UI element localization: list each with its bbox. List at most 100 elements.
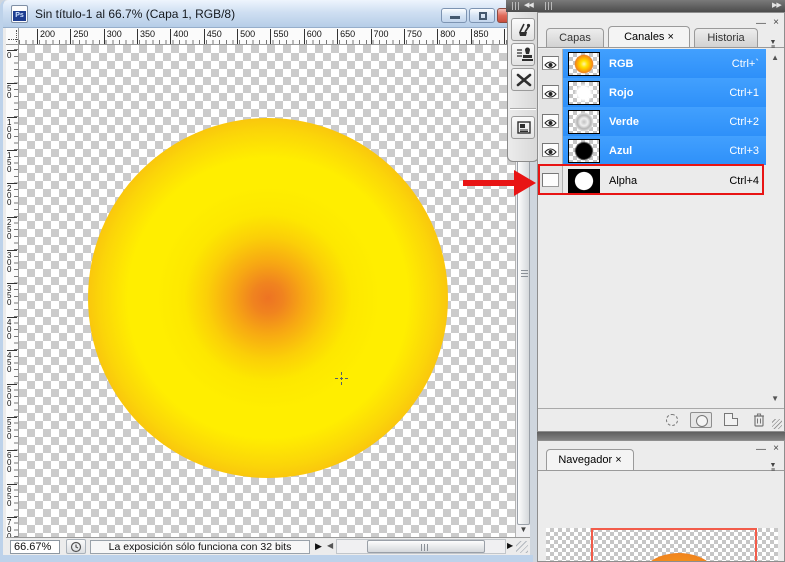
visibility-toggle[interactable] — [539, 107, 563, 136]
scroll-right-arrow-icon[interactable]: ▶ — [507, 541, 513, 550]
ruler-tick-label: 4 0 0 — [7, 316, 17, 340]
maximize-button[interactable] — [469, 8, 495, 23]
ruler-tick-label: 750 — [403, 29, 422, 44]
annotation-highlight-rectangle — [538, 164, 764, 195]
channel-shortcut: Ctrl+1 — [729, 86, 759, 99]
window-bottom-border — [3, 555, 533, 562]
channel-thumbnail[interactable] — [568, 138, 600, 163]
document-title-bar[interactable]: Ps Sin título-1 al 66.7% (Capa 1, RGB/8) — [3, 0, 533, 28]
ruler-tick-label: 0 — [7, 50, 17, 60]
panel-scroll-up-icon[interactable]: ▲ — [771, 53, 779, 62]
ruler-horizontal[interactable]: 200 250 300 350 400 450 500 550 600 650 700 750 800 8… — [19, 28, 513, 45]
document-window: Ps Sin título-1 al 66.7% (Capa 1, RGB/8)… — [0, 0, 533, 562]
channel-name: Azul — [609, 144, 633, 157]
channel-row-verde[interactable]: Verde Ctrl+2 — [539, 107, 766, 136]
channel-shortcut: Ctrl+2 — [729, 115, 759, 128]
layer-comps-icon — [517, 121, 531, 134]
ruler-tick-label: 500 — [237, 29, 255, 44]
channel-thumbnail[interactable] — [568, 51, 600, 76]
ruler-tick-label: 250 — [70, 29, 88, 44]
visibility-toggle[interactable] — [539, 49, 563, 78]
maximize-icon — [479, 12, 487, 20]
tab-capas[interactable]: Capas — [546, 28, 604, 47]
scroll-thumb-grip — [521, 270, 528, 277]
panel-menu-icon[interactable]: ▼ ≡ — [765, 39, 781, 52]
tool-presets-panel-button[interactable] — [511, 68, 535, 91]
scroll-down-arrow-icon[interactable]: ▼ — [517, 523, 530, 536]
channel-shortcut: Ctrl+3 — [729, 144, 759, 157]
ruler-origin-corner[interactable] — [6, 28, 19, 45]
minimize-icon — [450, 16, 460, 19]
status-options-arrow-icon[interactable]: ▶ — [312, 539, 325, 554]
channel-thumbnail[interactable] — [568, 80, 600, 105]
canvas-horizontal-scrollbar[interactable] — [336, 539, 506, 554]
ruler-tick-label: 7 0 0 — [7, 516, 17, 537]
channels-bottom-bar — [538, 408, 784, 431]
clone-source-panel-button[interactable] — [511, 43, 535, 66]
layer-comps-panel-button[interactable] — [511, 116, 535, 139]
ruler-tick-label: 550 — [270, 29, 288, 44]
crossed-tools-icon — [516, 73, 532, 87]
scroll-left-arrow-icon[interactable]: ◀ — [327, 541, 333, 550]
navigator-thumbnail[interactable] — [546, 528, 778, 561]
minimize-button[interactable] — [441, 8, 467, 23]
tab-historia[interactable]: Historia — [694, 28, 758, 47]
channel-row-azul[interactable]: Azul Ctrl+3 — [539, 136, 766, 165]
ruler-tick-label: 650 — [337, 29, 355, 44]
channels-panel: — × Capas Canales × Historia ▼ ≡ RGB Ctrl… — [537, 12, 785, 432]
dock-grip-icon[interactable] — [512, 2, 519, 10]
zoom-level-field[interactable]: 66.67% — [10, 540, 60, 554]
ruler-tick-label: 3 5 0 — [7, 283, 17, 307]
ruler-tick-label: 600 — [303, 29, 322, 44]
document-title: Sin título-1 al 66.7% (Capa 1, RGB/8) — [35, 7, 236, 21]
ruler-tick-label: 1 5 0 — [7, 150, 17, 174]
psd-icon-label: Ps — [13, 11, 26, 21]
ruler-tick-label: 6 0 0 — [7, 450, 17, 474]
status-message: La exposición sólo funciona con 32 bits — [90, 540, 310, 554]
load-selection-icon[interactable] — [666, 414, 678, 426]
tab-canales[interactable]: Canales × — [608, 26, 690, 47]
radial-gradient-circle[interactable] — [88, 118, 448, 478]
panel-menu-icon[interactable]: ▼ ≡ — [765, 462, 781, 475]
ruler-tick-label: 6 5 0 — [7, 483, 17, 507]
canvas-area[interactable] — [19, 45, 515, 537]
ruler-tick-label: 400 — [170, 29, 188, 44]
channel-row-rgb[interactable]: RGB Ctrl+` — [539, 49, 766, 78]
collapse-dock-icon[interactable]: ◀◀ — [524, 2, 534, 10]
channel-row-rojo[interactable]: Rojo Ctrl+1 — [539, 78, 766, 107]
ruler-vertical[interactable]: 0 5 0 1 0 0 1 5 0 2 0 0 2 5 0 3 0 0 3 5 0 4 0 0 4… — [6, 45, 19, 537]
visibility-toggle[interactable] — [539, 78, 563, 107]
ruler-tick-label: 700 — [370, 29, 389, 44]
annotation-arrow — [463, 180, 516, 186]
horizontal-scroll-thumb[interactable] — [367, 540, 485, 553]
panel-scroll-down-icon[interactable]: ▼ — [771, 394, 779, 403]
ruler-tick-label: 3 0 0 — [7, 250, 17, 274]
ruler-tick-label: 450 — [203, 29, 222, 44]
visibility-toggle[interactable] — [539, 136, 563, 165]
channel-thumbnail[interactable] — [568, 109, 600, 134]
scroll-thumb-grip — [421, 544, 430, 551]
channel-shortcut: Ctrl+` — [731, 57, 759, 70]
photoshop-workspace: Ps Sin título-1 al 66.7% (Capa 1, RGB/8)… — [0, 0, 785, 562]
tab-navegador[interactable]: Navegador × — [546, 449, 634, 470]
ruler-tick-label: 800 — [437, 29, 455, 44]
version-cue-button[interactable] — [66, 539, 86, 554]
brushes-panel-button[interactable] — [511, 18, 535, 41]
delete-channel-trash-icon[interactable] — [752, 412, 766, 428]
panel-group-grip-icon[interactable] — [545, 2, 552, 10]
psd-file-icon: Ps — [11, 5, 28, 23]
panel-group-divider[interactable] — [537, 432, 785, 440]
ruler-tick-label: 1 0 0 — [7, 116, 17, 140]
ruler-tick-label: 2 0 0 — [7, 183, 17, 207]
new-channel-icon[interactable] — [724, 413, 738, 426]
ruler-tick-label: 5 0 — [7, 83, 17, 100]
ruler-tick-label: 350 — [137, 29, 155, 44]
window-resize-grip[interactable] — [516, 541, 528, 553]
panel-resize-grip[interactable] — [772, 419, 782, 429]
channel-name: RGB — [609, 57, 634, 70]
expand-dock-icon[interactable]: ▶▶ — [772, 2, 782, 10]
navigator-view-rectangle[interactable] — [591, 528, 757, 561]
save-selection-as-channel-icon[interactable] — [690, 412, 712, 428]
channel-name: Rojo — [609, 86, 634, 99]
clock-icon — [70, 541, 82, 553]
